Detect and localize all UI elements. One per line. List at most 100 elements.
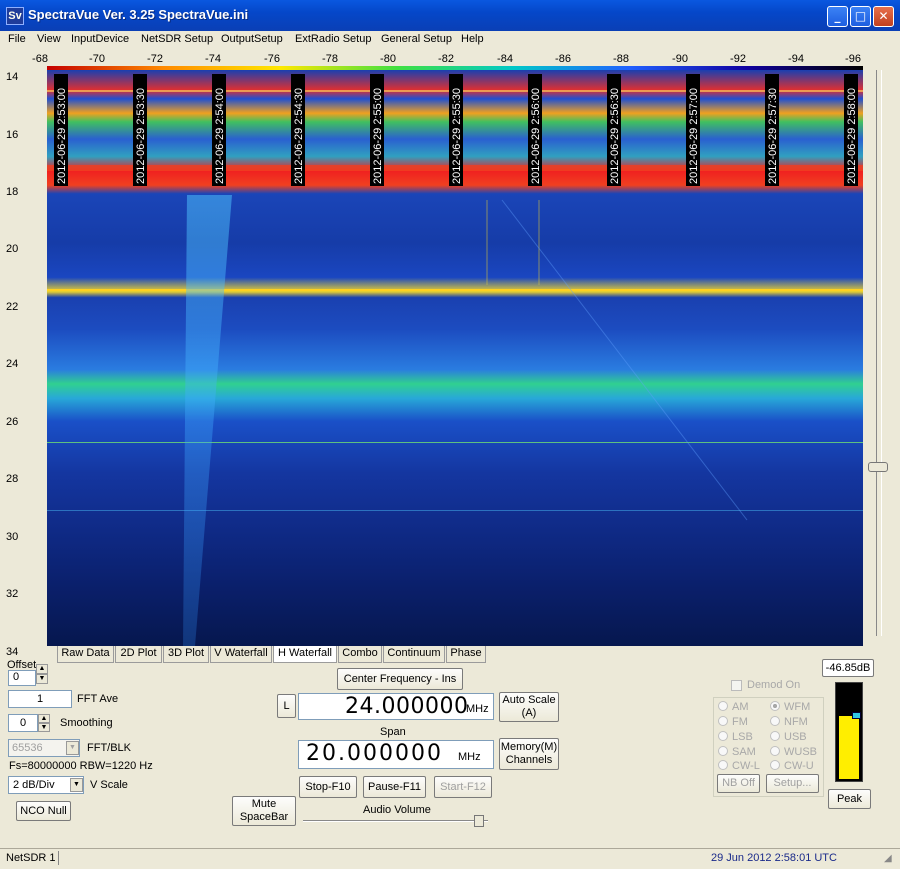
menu-netsdr-setup[interactable]: NetSDR Setup: [141, 33, 213, 45]
pause-button[interactable]: Pause-F11: [363, 776, 426, 798]
signal-level-meter: [835, 682, 863, 782]
menu-file[interactable]: File: [8, 33, 26, 45]
timestamp-label: 2012-06-29 2:56:00: [528, 74, 542, 186]
x-tick: -90: [672, 53, 688, 65]
timestamp-text: 2012-06-29 2:53:30: [135, 87, 147, 184]
span-display[interactable]: 20.000000 MHz: [298, 740, 494, 769]
y-tick: 24: [6, 358, 19, 370]
vertical-slider-thumb[interactable]: [868, 462, 888, 472]
demod-setup-button[interactable]: Setup...: [766, 774, 819, 793]
vertical-offset-slider[interactable]: [876, 70, 882, 636]
tab-2d-plot[interactable]: 2D Plot: [115, 646, 162, 663]
menu-extradio-setup[interactable]: ExtRadio Setup: [295, 33, 371, 45]
menu-help[interactable]: Help: [461, 33, 484, 45]
tab-raw-data[interactable]: Raw Data: [57, 646, 114, 663]
offset-input[interactable]: 0: [8, 670, 36, 686]
tab-v-waterfall[interactable]: V Waterfall: [210, 646, 272, 663]
radio-cw-u-label: CW-U: [784, 760, 814, 772]
offset-spin-up[interactable]: ▲: [36, 664, 48, 674]
timestamp-label: 2012-06-29 2:55:30: [449, 74, 463, 186]
radio-usb[interactable]: USB: [770, 731, 807, 743]
vscale-label: V Scale: [90, 779, 128, 791]
tab-combo[interactable]: Combo: [338, 646, 382, 663]
nb-off-button[interactable]: NB Off: [717, 774, 760, 793]
radio-fm[interactable]: FM: [718, 716, 748, 728]
timestamp-label: 2012-06-29 2:53:30: [133, 74, 147, 186]
menu-view[interactable]: View: [37, 33, 61, 45]
radio-lsb[interactable]: LSB: [718, 731, 753, 743]
radio-sam[interactable]: SAM: [718, 746, 756, 758]
radio-wfm[interactable]: WFM: [770, 701, 810, 713]
y-tick: 34: [6, 646, 19, 658]
y-tick: 16: [6, 129, 19, 141]
tab-3d-plot[interactable]: 3D Plot: [163, 646, 209, 663]
tab-h-waterfall[interactable]: H Waterfall: [273, 646, 337, 663]
timestamp-label: 2012-06-29 2:54:30: [291, 74, 305, 186]
radio-nfm[interactable]: NFM: [770, 716, 808, 728]
timestamp-text: 2012-06-29 2:56:00: [530, 87, 542, 184]
center-frequency-display[interactable]: 24.000000 MHz: [298, 693, 494, 720]
x-tick: -68: [32, 53, 48, 65]
menu-outputsetup[interactable]: OutputSetup: [221, 33, 283, 45]
radio-wfm-label: WFM: [784, 701, 811, 713]
menu-inputdevice[interactable]: InputDevice: [71, 33, 129, 45]
timestamp-text: 2012-06-29 2:53:00: [56, 87, 68, 184]
timestamp-label: 2012-06-29 2:58:00: [844, 74, 858, 186]
x-tick: -86: [555, 53, 571, 65]
x-tick: -76: [264, 53, 280, 65]
radio-wusb[interactable]: WUSB: [770, 746, 817, 758]
tab-continuum[interactable]: Continuum: [383, 646, 445, 663]
stop-button[interactable]: Stop-F10: [299, 776, 357, 798]
timestamp-label: 2012-06-29 2:55:00: [370, 74, 384, 186]
vscale-dropdown-icon[interactable]: ▼: [70, 778, 83, 792]
status-timestamp: 29 Jun 2012 2:58:01 UTC: [711, 852, 837, 864]
center-frequency-value: 24.000000: [345, 694, 469, 719]
radio-lsb-label: LSB: [732, 731, 753, 743]
audio-volume-thumb[interactable]: [474, 815, 484, 827]
demod-checkbox[interactable]: [731, 680, 742, 691]
timestamp-text: 2012-06-29 2:54:00: [214, 87, 226, 184]
timestamp-text: 2012-06-29 2:56:30: [609, 87, 621, 184]
close-button[interactable]: ✕: [873, 6, 894, 27]
timestamp-label: 2012-06-29 2:53:00: [54, 74, 68, 186]
radio-am[interactable]: AM: [718, 701, 749, 713]
lock-l-button[interactable]: L: [277, 694, 296, 718]
nco-null-button[interactable]: NCO Null: [16, 801, 71, 821]
fft-ave-input[interactable]: 1: [8, 690, 72, 708]
radio-nfm-label: NFM: [784, 716, 808, 728]
auto-scale-button[interactable]: Auto Scale (A): [499, 692, 559, 722]
tab-phase[interactable]: Phase: [446, 646, 486, 663]
timestamp-text: 2012-06-29 2:54:30: [293, 87, 305, 184]
radio-cw-l[interactable]: CW-L: [718, 760, 760, 772]
x-tick: -80: [380, 53, 396, 65]
smoothing-input[interactable]: 0: [8, 714, 38, 732]
x-tick: -82: [438, 53, 454, 65]
title-bar[interactable]: Sv SpectraVue Ver. 3.25 SpectraVue.ini _…: [0, 0, 900, 31]
resize-grip-icon[interactable]: ◢: [884, 853, 892, 864]
center-frequency-unit: MHz: [466, 703, 489, 715]
maximize-button[interactable]: □: [850, 6, 871, 27]
timestamp-text: 2012-06-29 2:55:30: [451, 87, 463, 184]
memory-channels-button[interactable]: Memory(M) Channels: [499, 738, 559, 770]
start-button[interactable]: Start-F12: [434, 776, 492, 798]
smoothing-spin-up[interactable]: ▲: [38, 714, 50, 723]
audio-volume-slider[interactable]: [303, 820, 488, 822]
span-label: Span: [380, 726, 406, 738]
window-title: SpectraVue Ver. 3.25 SpectraVue.ini: [28, 7, 249, 22]
center-frequency-button[interactable]: Center Frequency - Ins: [337, 668, 463, 690]
spectravue-window: Sv SpectraVue Ver. 3.25 SpectraVue.ini _…: [0, 0, 900, 869]
minimize-button[interactable]: _: [827, 6, 848, 27]
mute-button[interactable]: Mute SpaceBar: [232, 796, 296, 826]
x-tick: -96: [845, 53, 861, 65]
app-icon[interactable]: Sv: [6, 7, 24, 25]
menu-general-setup[interactable]: General Setup: [381, 33, 452, 45]
demod-on-label: Demod On: [747, 679, 801, 691]
fft-blk-dropdown-icon[interactable]: ▼: [66, 741, 79, 755]
peak-button[interactable]: Peak: [828, 789, 871, 809]
smoothing-spin-down[interactable]: ▼: [38, 723, 50, 732]
timestamp-label: 2012-06-29 2:57:00: [686, 74, 700, 186]
offset-spin-down[interactable]: ▼: [36, 674, 48, 684]
radio-wusb-label: WUSB: [784, 746, 817, 758]
y-tick: 14: [6, 71, 19, 83]
radio-cw-u[interactable]: CW-U: [770, 760, 814, 772]
